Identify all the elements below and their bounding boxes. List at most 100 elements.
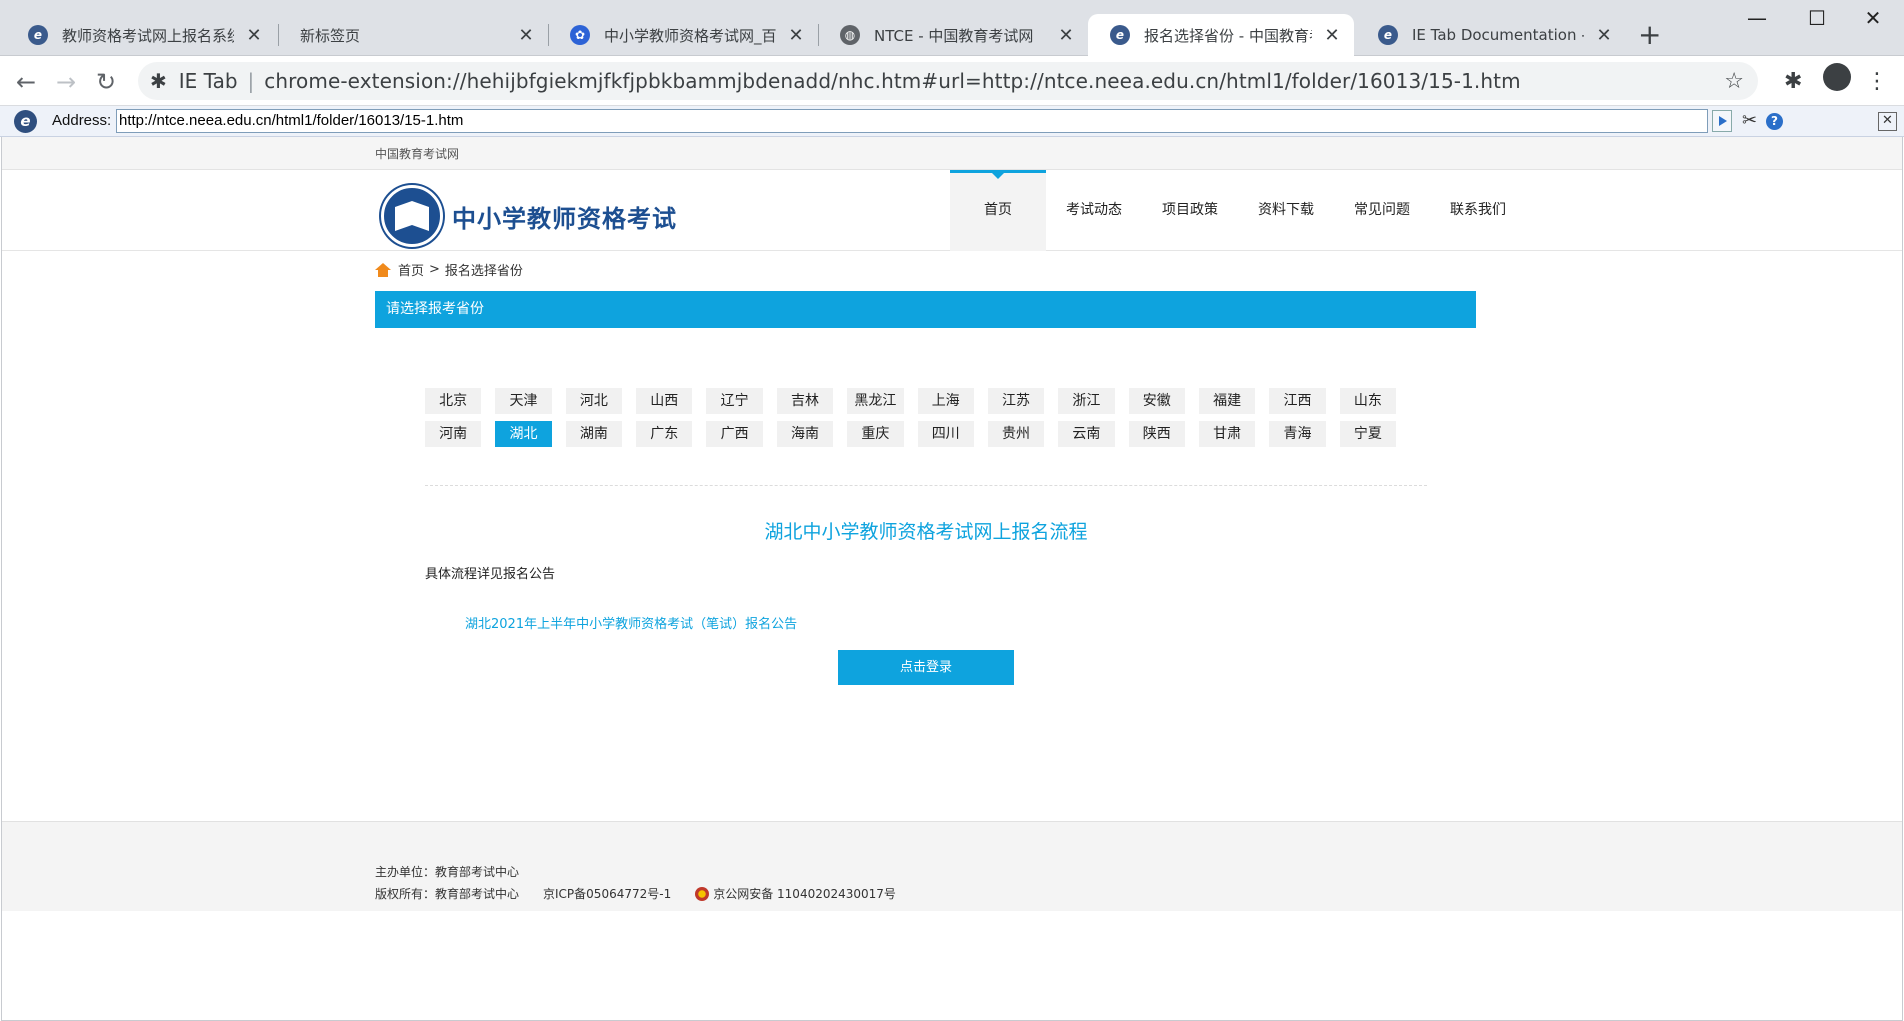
browser-toolbar: ← → ↻ ✱ IE Tab | chrome-extension://hehi… [0,56,1904,106]
close-icon[interactable]: ✕ [244,25,264,46]
close-icon[interactable]: ✕ [516,25,536,46]
tab-title: IE Tab Documentation - IE [1412,26,1584,44]
ietab-address-bar: e Address: http://ntce.neea.edu.cn/html1… [0,106,1904,137]
province-button[interactable]: 河北 [565,388,623,414]
province-button[interactable]: 陕西 [1128,421,1185,447]
province-button[interactable]: 宁夏 [1339,421,1397,447]
close-window-button[interactable]: ✕ [1850,6,1896,30]
province-row-2: 河南 湖北 湖南 广东 广西 海南 重庆 四川 贵州 云南 陕西 甘肃 青海 宁夏 [425,421,1410,447]
footer-icp-link[interactable]: 京ICP备05064772号-1 [543,885,671,902]
province-button[interactable]: 海南 [776,421,834,447]
login-button[interactable]: 点击登录 [838,650,1014,685]
close-icon[interactable]: ✕ [1056,25,1076,46]
close-ietab-bar-icon[interactable]: ✕ [1878,112,1897,131]
nav-home[interactable]: 首页 [950,170,1046,251]
footer-copyright: 版权所有：教育部考试中心 [375,887,520,901]
nav-exam-news[interactable]: 考试动态 [1046,170,1142,251]
province-button[interactable]: 广东 [636,421,693,447]
flow-description: 具体流程详见报名公告 [425,567,556,582]
tab-5[interactable]: IE Tab Documentation - IE ✕ [1356,14,1626,56]
province-button[interactable]: 山东 [1339,388,1397,414]
maximize-button[interactable]: ☐ [1794,6,1840,30]
footer-police-link[interactable]: 京公网安备 11040202430017号 [713,885,896,902]
footer-sponsor: 主办单位：教育部考试中心 [375,865,520,879]
province-button[interactable]: 湖南 [565,421,623,447]
province-button[interactable]: 北京 [425,388,482,414]
help-icon[interactable]: ? [1766,113,1783,130]
province-button[interactable]: 浙江 [1058,388,1115,414]
province-button[interactable]: 河南 [425,421,482,447]
dashed-divider [425,485,1427,486]
omnibox[interactable]: ✱ IE Tab | chrome-extension://hehijbfgie… [138,62,1758,100]
extensions-puzzle-icon[interactable]: ✱ [1784,69,1802,94]
reload-button[interactable]: ↻ [96,68,116,96]
section-banner: 请选择报考省份 [375,291,1476,328]
tools-icon[interactable]: ✂ [1742,110,1757,131]
province-button[interactable]: 重庆 [847,421,904,447]
province-button[interactable]: 天津 [495,388,552,414]
top-strip-link[interactable]: 中国教育考试网 [375,145,459,162]
breadcrumb-current: 报名选择省份 [444,264,523,279]
tab-1[interactable]: 新标签页 ✕ [278,14,548,56]
tab-4-active[interactable]: 报名选择省份 - 中国教育考试 ✕ [1088,14,1354,56]
tab-title: NTCE - 中国教育考试网 [874,26,1034,45]
province-button[interactable]: 青海 [1269,421,1326,447]
province-button[interactable]: 福建 [1198,388,1256,414]
announcement-link[interactable]: 湖北2021年上半年中小学教师资格考试（笔试）报名公告 [465,613,797,632]
back-button[interactable]: ← [16,68,36,96]
page-blank-area [2,911,1902,1020]
province-button[interactable]: 湖北 [495,421,552,447]
ie-icon [28,25,48,45]
menu-kebab-icon[interactable]: ⋮ [1866,69,1888,94]
province-button[interactable]: 甘肃 [1198,421,1256,447]
nav-contact[interactable]: 联系我们 [1430,170,1526,251]
tab-3[interactable]: ◍ NTCE - 中国教育考试网 ✕ [818,14,1088,56]
bookmark-star-icon[interactable]: ☆ [1724,69,1744,94]
tab-title: 中小学教师资格考试网_百度 [604,26,776,45]
tab-0[interactable]: 教师资格考试网上报名系统 ✕ [6,14,276,56]
site-header: 中小学教师资格考试 首页 考试动态 项目政策 资料下载 常见问题 联系我们 [2,170,1902,251]
tab-title: 报名选择省份 - 中国教育考试 [1144,26,1312,45]
nav-downloads[interactable]: 资料下载 [1238,170,1334,251]
province-button[interactable]: 江西 [1269,388,1326,414]
omnibox-url[interactable]: chrome-extension://hehijbfgiekmjfkfjpbkb… [264,69,1520,93]
profile-avatar-icon[interactable] [1823,63,1851,91]
breadcrumb-separator: > [429,262,440,277]
province-button[interactable]: 吉林 [776,388,834,414]
tab-2[interactable]: ✿ 中小学教师资格考试网_百度 ✕ [548,14,818,56]
province-button[interactable]: 黑龙江 [847,388,904,414]
forward-button[interactable]: → [56,68,76,96]
new-tab-button[interactable]: + [1638,18,1661,51]
close-icon[interactable]: ✕ [1322,25,1342,46]
province-button[interactable]: 上海 [917,388,974,414]
close-icon[interactable]: ✕ [1594,25,1614,46]
breadcrumb-home[interactable]: 首页 [398,260,424,279]
flow-title: 湖北中小学教师资格考试网上报名流程 [764,521,1088,543]
site-logo-seal-icon[interactable] [381,185,443,247]
breadcrumb: 首页 > 报名选择省份 [375,260,523,279]
address-label: Address: [52,112,112,129]
police-badge-icon [695,886,710,901]
province-button[interactable]: 广西 [706,421,763,447]
footer-copyright-line: 版权所有：教育部考试中心 京ICP备05064772号-1 京公网安备 1104… [375,885,920,902]
site-title[interactable]: 中小学教师资格考试 [452,199,677,234]
province-button[interactable]: 山西 [636,388,693,414]
province-button[interactable]: 云南 [1058,421,1115,447]
province-button[interactable]: 四川 [917,421,974,447]
close-icon[interactable]: ✕ [786,25,806,46]
go-arrow-icon[interactable] [1712,110,1732,132]
minimize-button[interactable]: — [1734,6,1780,30]
nav-policy[interactable]: 项目政策 [1142,170,1238,251]
province-button[interactable]: 安徽 [1128,388,1185,414]
province-button[interactable]: 贵州 [987,421,1045,447]
province-button[interactable]: 江苏 [987,388,1045,414]
omnibox-separator: | [247,69,255,93]
nav-faq[interactable]: 常见问题 [1334,170,1430,251]
address-input[interactable]: http://ntce.neea.edu.cn/html1/folder/160… [116,109,1708,133]
tab-strip: 教师资格考试网上报名系统 ✕ 新标签页 ✕ ✿ 中小学教师资格考试网_百度 ✕ … [0,0,1904,56]
province-row-1: 北京 天津 河北 山西 辽宁 吉林 黑龙江 上海 江苏 浙江 安徽 福建 江西 山东 [425,388,1410,414]
province-button[interactable]: 辽宁 [706,388,763,414]
ie-icon [1110,25,1130,45]
top-strip: 中国教育考试网 [2,137,1902,170]
extension-name: IE Tab [178,69,238,93]
